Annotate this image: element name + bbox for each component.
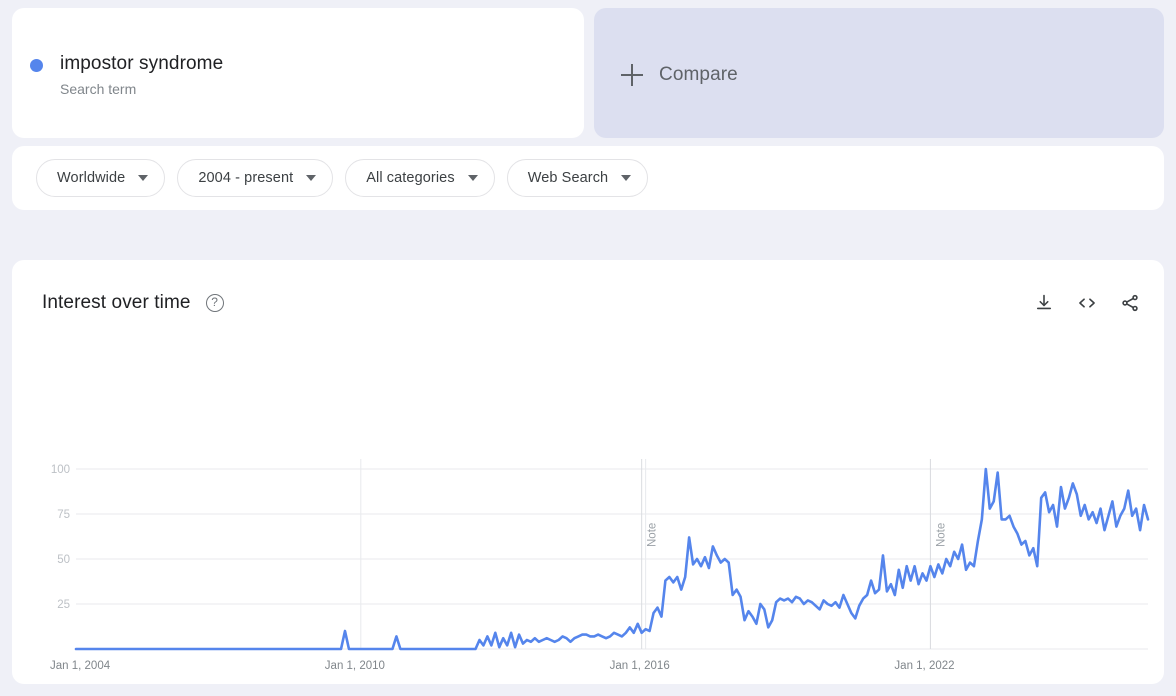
search-term-card[interactable]: impostor syndrome Search term [12, 8, 584, 138]
filter-bar: Worldwide 2004 - present All categories … [12, 146, 1164, 210]
svg-text:Jan 1, 2004: Jan 1, 2004 [50, 660, 111, 672]
chevron-down-icon [138, 175, 149, 181]
filter-category[interactable]: All categories [345, 159, 495, 197]
chart-svg: 25 50 75 100 Note Note Jan 1, 2004 Jan 1, 201… [50, 459, 1150, 672]
search-terms-row: impostor syndrome Search term Compare [12, 8, 1164, 138]
search-term-type: Search term [60, 81, 137, 97]
chart-action-group [1034, 293, 1140, 313]
download-icon[interactable] [1034, 293, 1054, 313]
svg-text:25: 25 [57, 599, 70, 611]
x-axis-labels: Jan 1, 2004 Jan 1, 2010 Jan 1, 2016 Jan 1, … [50, 660, 955, 672]
help-circle-icon[interactable]: ? [205, 294, 224, 312]
svg-text:75: 75 [57, 509, 70, 521]
compare-card[interactable]: Compare [594, 8, 1164, 138]
svg-text:Jan 1, 2022: Jan 1, 2022 [894, 660, 954, 672]
svg-text:Jan 1, 2010: Jan 1, 2010 [325, 660, 385, 672]
svg-text:100: 100 [51, 464, 70, 476]
series-color-dot [30, 59, 43, 72]
svg-text:50: 50 [57, 554, 70, 566]
y-axis-labels: 25 50 75 100 [51, 464, 70, 611]
interest-over-time-plot[interactable]: 25 50 75 100 Note Note Jan 1, 2004 Jan 1, 201… [12, 330, 1164, 680]
filter-category-label: All categories [366, 170, 455, 186]
chevron-down-icon [306, 175, 317, 181]
compare-label: Compare [659, 64, 738, 85]
embed-code-icon[interactable] [1076, 293, 1098, 313]
svg-text:Note: Note [647, 523, 659, 547]
search-term-content: impostor syndrome Search term [30, 52, 223, 99]
filter-search-type[interactable]: Web Search [506, 159, 649, 197]
chart-header: Interest over time ? [42, 288, 1140, 318]
interest-over-time-card: Interest over time ? 25 50 75 100 Note N… [12, 260, 1164, 684]
chevron-down-icon [621, 175, 632, 181]
filter-time-range[interactable]: 2004 - present [177, 159, 334, 197]
chevron-down-icon [467, 175, 478, 181]
google-trends-page: impostor syndrome Search term Compare Wo… [0, 0, 1176, 696]
svg-text:Note: Note [935, 523, 947, 547]
compare-content: Compare [621, 64, 738, 86]
share-icon[interactable] [1120, 293, 1140, 313]
plus-icon [621, 64, 643, 86]
filter-search-type-label: Web Search [527, 170, 609, 186]
filter-location-label: Worldwide [57, 170, 126, 186]
chart-title-group: Interest over time ? [42, 292, 224, 314]
svg-text:Jan 1, 2016: Jan 1, 2016 [610, 660, 670, 672]
filter-location[interactable]: Worldwide [36, 159, 166, 197]
search-term-text: impostor syndrome Search term [60, 52, 223, 99]
filter-time-range-label: 2004 - present [198, 170, 294, 186]
chart-title: Interest over time [42, 292, 191, 313]
search-term-label: impostor syndrome [60, 53, 224, 74]
